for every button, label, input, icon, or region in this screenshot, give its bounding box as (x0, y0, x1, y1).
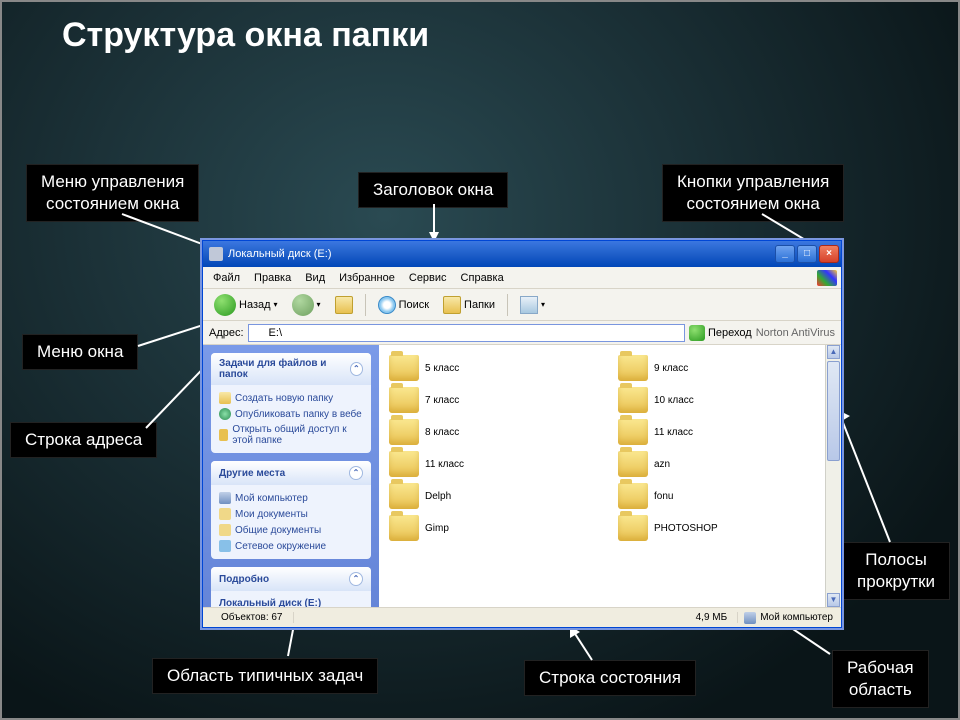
label-tasks: Область типичных задач (152, 658, 378, 694)
titlebar[interactable]: Локальный диск (E:) _ □ × (203, 241, 841, 267)
folder-icon (618, 355, 648, 381)
address-input[interactable] (248, 324, 685, 342)
folder-label: azn (654, 459, 670, 470)
window-title: Локальный диск (E:) (228, 248, 332, 260)
place-link[interactable]: Сетевое окружение (219, 538, 363, 554)
collapse-icon[interactable]: ⌃ (350, 362, 363, 376)
label-title: Заголовок окна (358, 172, 508, 208)
folder-label: 11 класс (654, 427, 693, 438)
label-addrbar: Строка адреса (10, 422, 157, 458)
maximize-button[interactable]: □ (797, 245, 817, 263)
folder-icon (389, 419, 419, 445)
label-winbtns: Кнопки управления состоянием окна (662, 164, 844, 222)
folder-label: Delph (425, 491, 451, 502)
folder-icon (618, 419, 648, 445)
folder-icon (389, 483, 419, 509)
scrollbar[interactable]: ▲ ▼ (825, 345, 841, 607)
panel-places: Другие места⌃ Мой компьютер Мои документ… (211, 461, 371, 559)
folder-item[interactable]: PHOTOSHOP (616, 513, 833, 543)
scroll-up-icon[interactable]: ▲ (827, 345, 840, 359)
back-button[interactable]: Назад▾ (209, 292, 283, 318)
folder-label: 8 класс (425, 427, 459, 438)
forward-button[interactable]: ▾ (287, 292, 326, 318)
folder-label: 9 класс (654, 363, 688, 374)
views-button[interactable]: ▾ (515, 294, 550, 316)
folder-item[interactable]: 10 класс (616, 385, 833, 415)
folder-icon (618, 387, 648, 413)
menu-file[interactable]: Файл (207, 270, 246, 286)
status-size: 4,9 МБ (686, 612, 739, 623)
label-workarea: Рабочая область (832, 650, 929, 708)
label-sysmenu: Меню управления состоянием окна (26, 164, 199, 222)
folder-icon (618, 515, 648, 541)
folder-item[interactable]: 8 класс (387, 417, 604, 447)
folder-icon (389, 387, 419, 413)
scroll-down-icon[interactable]: ▼ (827, 593, 840, 607)
folder-item[interactable]: 9 класс (616, 353, 833, 383)
folder-icon (618, 483, 648, 509)
menu-help[interactable]: Справка (455, 270, 510, 286)
folder-label: 11 класс (425, 459, 464, 470)
address-label: Адрес: (209, 327, 244, 339)
folder-item[interactable]: 11 класс (387, 449, 604, 479)
nav-plugin[interactable]: Norton AntiVirus (756, 327, 835, 339)
sysmenu-icon[interactable] (209, 247, 223, 261)
menubar: Файл Правка Вид Избранное Сервис Справка (203, 267, 841, 289)
panel-details: Подробно⌃ Локальный диск (E:) Локальный … (211, 567, 371, 607)
folder-icon (389, 515, 419, 541)
menu-edit[interactable]: Правка (248, 270, 297, 286)
folder-icon (389, 451, 419, 477)
label-menubar: Меню окна (22, 334, 138, 370)
folder-icon (618, 451, 648, 477)
menu-favorites[interactable]: Избранное (333, 270, 401, 286)
windows-logo-icon (817, 270, 837, 286)
place-link[interactable]: Мой компьютер (219, 490, 363, 506)
menu-view[interactable]: Вид (299, 270, 331, 286)
folder-item[interactable]: fonu (616, 481, 833, 511)
folder-label: PHOTOSHOP (654, 523, 718, 534)
task-link[interactable]: Открыть общий доступ к этой папке (219, 422, 363, 448)
label-statusbar: Строка состояния (524, 660, 696, 696)
folder-label: 10 класс (654, 395, 694, 406)
go-button[interactable]: Переход (689, 325, 752, 341)
panel-tasks: Задачи для файлов и папок⌃ Создать новую… (211, 353, 371, 453)
status-bar: Объектов: 67 4,9 МБ Мой компьютер (203, 607, 841, 627)
collapse-icon[interactable]: ⌃ (349, 572, 363, 586)
folder-item[interactable]: 5 класс (387, 353, 604, 383)
status-location: Мой компьютер (744, 612, 833, 624)
arrow-scroll (830, 402, 920, 552)
folder-label: Gimp (425, 523, 449, 534)
task-link[interactable]: Опубликовать папку в вебе (219, 406, 363, 422)
search-button[interactable]: Поиск (373, 294, 434, 316)
scroll-thumb[interactable] (827, 361, 840, 461)
menu-tools[interactable]: Сервис (403, 270, 453, 286)
slide-title: Структура окна папки (62, 16, 429, 55)
folders-button[interactable]: Папки (438, 294, 500, 316)
file-view[interactable]: 5 класс 9 класс 7 класс 10 класс 8 класс 11 к… (379, 345, 841, 607)
status-objects: Объектов: 67 (211, 612, 294, 623)
task-pane: Задачи для файлов и папок⌃ Создать новую… (203, 345, 379, 607)
folder-item[interactable]: Gimp (387, 513, 604, 543)
label-scroll: Полосы прокрутки (842, 542, 950, 600)
window-buttons: _ □ × (775, 245, 839, 263)
folder-label: 7 класс (425, 395, 459, 406)
folder-item[interactable]: azn (616, 449, 833, 479)
folder-item[interactable]: 11 класс (616, 417, 833, 447)
folder-label: fonu (654, 491, 673, 502)
explorer-window: Локальный диск (E:) _ □ × Файл Правка Ви… (202, 240, 842, 628)
place-link[interactable]: Мои документы (219, 506, 363, 522)
minimize-button[interactable]: _ (775, 245, 795, 263)
collapse-icon[interactable]: ⌃ (349, 466, 363, 480)
place-link[interactable]: Общие документы (219, 522, 363, 538)
folder-label: 5 класс (425, 363, 459, 374)
address-bar: Адрес: Переход Norton AntiVirus (203, 321, 841, 345)
folder-item[interactable]: Delph (387, 481, 604, 511)
task-link[interactable]: Создать новую папку (219, 390, 363, 406)
toolbar: Назад▾ ▾ Поиск Папки ▾ (203, 289, 841, 321)
folder-item[interactable]: 7 класс (387, 385, 604, 415)
folder-icon (389, 355, 419, 381)
up-button[interactable] (330, 294, 358, 316)
close-button[interactable]: × (819, 245, 839, 263)
